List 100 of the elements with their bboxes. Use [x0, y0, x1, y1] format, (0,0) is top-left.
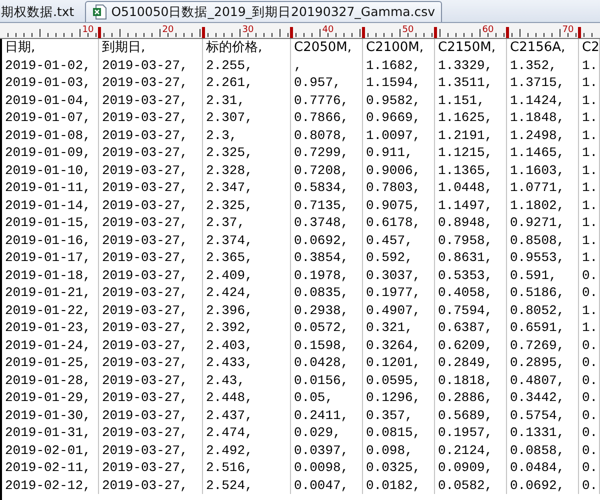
table-cell: 0.4807, [507, 372, 579, 389]
table-cell: 1.352, [507, 56, 579, 74]
table-cell: 2019-03-27, [99, 126, 203, 144]
table-cell: 2019-03-27, [99, 214, 203, 232]
table-cell: 2.347, [203, 179, 291, 196]
table-cell: 0.3854, [291, 249, 363, 266]
table-cell: 0.7208, [291, 162, 363, 179]
table-cell: 2019-01-23, [2, 319, 99, 336]
table-cell: 0. [579, 354, 600, 372]
table-cell: 0.8631, [435, 249, 507, 266]
table-cell: 2019-03-27, [99, 109, 203, 126]
table-cell: 2.492, [203, 442, 291, 459]
table-cell: , [291, 56, 363, 74]
table-cell: 0. [579, 266, 600, 284]
table-cell: 2019-03-27, [99, 92, 203, 109]
ruler-number: 10 [82, 25, 94, 35]
table-cell: 1.3329, [435, 56, 507, 74]
table-cell: 1.1625, [435, 109, 507, 126]
table-cell: 0.098, [363, 442, 435, 459]
table-cell: 1.1365, [435, 162, 507, 179]
table-cell: 0.6387, [435, 319, 507, 336]
column-header: C2156A, [507, 39, 579, 56]
table-cell: 2.437, [203, 406, 291, 424]
table-cell: 1. [579, 302, 600, 319]
table-cell: 2019-03-27, [99, 284, 203, 302]
table-cell: 2.307, [203, 109, 291, 126]
table-cell: 1.0448, [435, 179, 507, 196]
table-cell: 2.3, [203, 126, 291, 144]
table-cell: 2019-01-09, [2, 144, 99, 162]
table-cell: 2019-01-11, [2, 179, 99, 196]
table-cell: 2019-02-12, [2, 476, 99, 494]
table-cell: 0.0595, [363, 372, 435, 389]
table-cell: 2.325, [203, 144, 291, 162]
table-cell: 0.9271, [507, 214, 579, 232]
table-cell: 0.0156, [291, 372, 363, 389]
table-cell: 1. [579, 74, 600, 92]
table-cell: 0.0428, [291, 354, 363, 372]
table-cell: 2019-01-24, [2, 336, 99, 354]
table-cell: 0.9553, [507, 249, 579, 266]
table-cell: 2019-01-08, [2, 126, 99, 144]
file-tab[interactable]: 期权数据.txt [0, 2, 82, 22]
ruler-number: 40 [322, 25, 334, 35]
table-cell: 0.7866, [291, 109, 363, 126]
table-cell: 0.0582, [435, 476, 507, 494]
table-cell: 0.4058, [435, 284, 507, 302]
column-header: C2150M, [435, 39, 507, 56]
table-cell: 1.1424, [507, 92, 579, 109]
table-cell: 2019-03-27, [99, 354, 203, 372]
table-cell: 0.0397, [291, 442, 363, 459]
column-header: C2050M, [291, 39, 363, 56]
column-header: 到期日, [99, 39, 203, 56]
table-cell: 2.448, [203, 389, 291, 406]
table-cell: 0.0909, [435, 459, 507, 476]
table-cell: 2.37, [203, 214, 291, 232]
table-cell: 0. [579, 372, 600, 389]
table-cell: 0.05, [291, 389, 363, 406]
table-cell: 2019-03-27, [99, 459, 203, 476]
table-cell: 0.3264, [363, 336, 435, 354]
table-cell: 2019-02-01, [2, 442, 99, 459]
table-cell: 2019-03-27, [99, 336, 203, 354]
table-cell: 2.392, [203, 319, 291, 336]
table-cell: 0. [579, 284, 600, 302]
column-header: C2100M, [363, 39, 435, 56]
table-cell: 0.5834, [291, 179, 363, 196]
table-cell: 1.3715, [507, 74, 579, 92]
table-cell: 2019-03-27, [99, 442, 203, 459]
table-cell: 2019-01-18, [2, 266, 99, 284]
table-cell: 0.2886, [435, 389, 507, 406]
table-cell: 2.328, [203, 162, 291, 179]
table-cell: 1.1594, [363, 74, 435, 92]
file-tab[interactable]: O510050日数据_2019_到期日20190327_Gamma.csv [85, 1, 442, 22]
table-cell: 2019-01-22, [2, 302, 99, 319]
table-cell: 2019-03-27, [99, 476, 203, 494]
table-cell: 0.6209, [435, 336, 507, 354]
table-cell: 0.321, [363, 319, 435, 336]
table-cell: 0.7776, [291, 92, 363, 109]
table-cell: 0. [579, 424, 600, 442]
table-cell: 0.4907, [363, 302, 435, 319]
table-cell: 2019-03-27, [99, 406, 203, 424]
table-cell: 2019-03-27, [99, 162, 203, 179]
table-cell: 0.2895, [507, 354, 579, 372]
table-cell: 0.3748, [291, 214, 363, 232]
table-cell: 0.1331, [507, 424, 579, 442]
table-cell: 0.0858, [507, 442, 579, 459]
table-cell: 0.5689, [435, 406, 507, 424]
table-cell: 2019-03-27, [99, 232, 203, 249]
table-cell: 2019-01-04, [2, 92, 99, 109]
table-cell: 2019-01-28, [2, 372, 99, 389]
table-cell: 0.1296, [363, 389, 435, 406]
table-cell: 0.9582, [363, 92, 435, 109]
ruler-number: 60 [482, 25, 494, 35]
table-cell: 0.0484, [507, 459, 579, 476]
table-cell: 1. [579, 319, 600, 336]
table-cell: 2.403, [203, 336, 291, 354]
table-cell: 2.31, [203, 92, 291, 109]
table-cell: 2.374, [203, 232, 291, 249]
table-cell: 1. [579, 162, 600, 179]
table-cell: 0.6178, [363, 214, 435, 232]
table-cell: 2.474, [203, 424, 291, 442]
table-cell: 2.433, [203, 354, 291, 372]
